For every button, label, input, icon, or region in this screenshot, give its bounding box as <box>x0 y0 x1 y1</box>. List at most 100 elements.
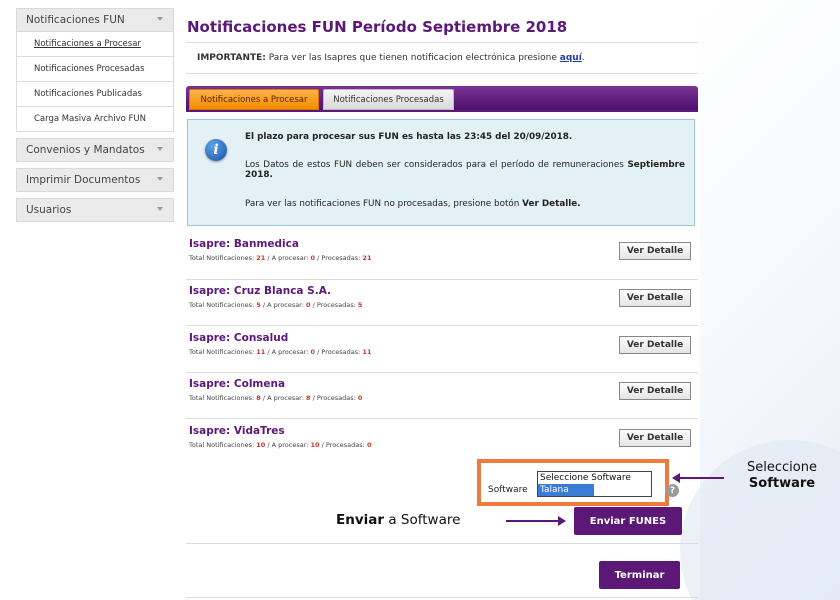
software-select[interactable]: Seleccione Software Talana <box>537 471 652 497</box>
stat-total: 8 <box>256 394 261 402</box>
page-title: Notificaciones FUN Período Septiembre 20… <box>187 18 568 36</box>
ver-detalle-button[interactable]: Ver Detalle <box>619 289 691 307</box>
stat-label-pending: / A procesar: <box>267 348 309 356</box>
stat-done: 0 <box>366 441 372 449</box>
isapre-stats: Total Notificaciones: 21 / A procesar: 0… <box>189 254 371 262</box>
isapre-row: Isapre: VidaTres Total Notificaciones: 1… <box>186 423 698 457</box>
important-end: . <box>581 53 585 63</box>
stat-label-total: Total Notificaciones: <box>189 301 255 309</box>
sidebar-group-label: Convenios y Mandatos <box>26 144 145 156</box>
sidebar-item-notificaciones-procesadas[interactable]: Notificaciones Procesadas <box>16 57 174 82</box>
divider <box>186 372 698 373</box>
sidebar-group-usuarios[interactable]: Usuarios <box>16 198 174 222</box>
ver-detalle-button[interactable]: Ver Detalle <box>619 336 691 354</box>
tab-notificaciones-procesadas[interactable]: Notificaciones Procesadas <box>323 89 454 110</box>
isapre-row: Isapre: Cruz Blanca S.A. Total Notificac… <box>186 283 698 317</box>
arrow-left-icon <box>672 473 724 483</box>
stat-label-total: Total Notificaciones: <box>189 254 255 262</box>
detail-hint-text: Para ver las notificaciones FUN no proce… <box>245 199 581 209</box>
sidebar-group-convenios[interactable]: Convenios y Mandatos <box>16 138 174 162</box>
important-notice: IMPORTANTE: Para ver las Isapres que tie… <box>197 53 585 63</box>
important-label: IMPORTANTE: <box>197 53 266 63</box>
isapre-stats: Total Notificaciones: 8 / A procesar: 8 … <box>189 394 362 402</box>
sidebar-item-notificaciones-publicadas[interactable]: Notificaciones Publicadas <box>16 82 174 107</box>
sidebar-group-label: Usuarios <box>26 204 72 216</box>
tab-bar: Notificaciones a Procesar Notificaciones… <box>186 86 698 112</box>
divider <box>186 418 698 419</box>
isapre-stats: Total Notificaciones: 10 / A procesar: 1… <box>189 441 371 449</box>
sidebar-nav: Notificaciones FUN Notificaciones a Proc… <box>16 8 174 222</box>
divider <box>186 279 698 280</box>
stat-pending: 8 <box>306 394 311 402</box>
enviar-funes-button[interactable]: Enviar FUNES <box>574 507 682 535</box>
stat-pending: 0 <box>310 348 316 356</box>
sidebar-item-notificaciones-a-procesar[interactable]: Notificaciones a Procesar <box>16 32 174 57</box>
stat-pending: 0 <box>306 301 311 309</box>
stat-label-pending: / A procesar: <box>262 394 304 402</box>
sidebar-group-notificaciones-fun[interactable]: Notificaciones FUN <box>16 8 174 32</box>
stat-done: 5 <box>357 301 363 309</box>
info-icon: i <box>205 139 227 161</box>
important-text: Para ver las Isapres que tienen notifica… <box>268 53 557 63</box>
stat-label-done: / Procesadas: <box>317 254 361 262</box>
stat-label-total: Total Notificaciones: <box>189 394 255 402</box>
decorative-background <box>680 0 840 600</box>
stat-label-done: / Procesadas: <box>317 348 361 356</box>
stat-label-pending: / A procesar: <box>262 301 304 309</box>
software-option-selected[interactable]: Talana <box>538 484 594 496</box>
isapre-name: Isapre: VidaTres <box>189 425 285 437</box>
chevron-down-icon <box>157 147 163 151</box>
isapre-row: Isapre: Banmedica Total Notificaciones: … <box>186 236 698 270</box>
ver-detalle-button[interactable]: Ver Detalle <box>619 382 691 400</box>
stat-total: 10 <box>256 441 266 449</box>
arrow-right-icon <box>506 516 566 526</box>
stat-total: 21 <box>256 254 266 262</box>
info-panel: i El plazo para procesar sus FUN es hast… <box>187 119 695 226</box>
isapre-stats: Total Notificaciones: 5 / A procesar: 0 … <box>189 301 362 309</box>
stat-pending: 0 <box>310 254 316 262</box>
chevron-down-icon <box>157 207 163 211</box>
sidebar-group-label: Notificaciones FUN <box>26 14 125 26</box>
stat-label-pending: / A procesar: <box>267 441 309 449</box>
annotation-select-line2: Software <box>732 476 832 492</box>
software-option[interactable]: Seleccione Software <box>538 472 651 484</box>
stat-label-done: / Procesadas: <box>312 301 356 309</box>
annotation-send-software: Enviar a Software <box>336 512 460 528</box>
stat-done: 21 <box>362 254 372 262</box>
annotation-select-line1: Seleccione <box>747 460 817 475</box>
isapres-link[interactable]: aquí <box>560 53 582 63</box>
detail-hint-bold: Ver Detalle. <box>522 199 581 209</box>
chevron-down-icon <box>157 17 163 21</box>
detail-hint-prefix: Para ver las notificaciones FUN no proce… <box>245 199 520 209</box>
divider <box>186 325 698 326</box>
sidebar-group-imprimir[interactable]: Imprimir Documentos <box>16 168 174 192</box>
ver-detalle-button[interactable]: Ver Detalle <box>619 242 691 260</box>
sidebar-group-label: Imprimir Documentos <box>26 174 141 186</box>
stat-label-done: / Procesadas: <box>321 441 365 449</box>
stat-done: 0 <box>357 394 363 402</box>
tab-notificaciones-a-procesar[interactable]: Notificaciones a Procesar <box>189 89 319 110</box>
chevron-down-icon <box>157 177 163 181</box>
sidebar-item-carga-masiva[interactable]: Carga Masiva Archivo FUN <box>16 107 174 132</box>
stat-label-pending: / A procesar: <box>267 254 309 262</box>
isapre-row: Isapre: Colmena Total Notificaciones: 8 … <box>186 376 698 410</box>
stat-pending: 10 <box>310 441 320 449</box>
stat-label-done: / Procesadas: <box>312 394 356 402</box>
annotation-select-software: Seleccione Software <box>732 460 832 492</box>
terminar-button[interactable]: Terminar <box>599 561 680 589</box>
divider <box>186 42 698 43</box>
period-text: Los Datos de estos FUN deben ser conside… <box>245 160 685 180</box>
stat-total: 11 <box>256 348 266 356</box>
isapre-name: Isapre: Colmena <box>189 378 286 390</box>
annotation-send-bold: Enviar <box>336 512 385 528</box>
divider <box>186 543 698 544</box>
ver-detalle-button[interactable]: Ver Detalle <box>619 429 691 447</box>
divider <box>186 73 698 74</box>
isapre-name: Isapre: Banmedica <box>189 238 299 250</box>
help-icon[interactable]: ? <box>666 484 679 497</box>
period-text-prefix: Los Datos de estos FUN deben ser conside… <box>245 160 624 170</box>
annotation-send-rest: a Software <box>388 512 461 528</box>
isapre-row: Isapre: Consalud Total Notificaciones: 1… <box>186 330 698 364</box>
stat-label-total: Total Notificaciones: <box>189 441 255 449</box>
annotation-select-bold: Software <box>748 476 816 491</box>
